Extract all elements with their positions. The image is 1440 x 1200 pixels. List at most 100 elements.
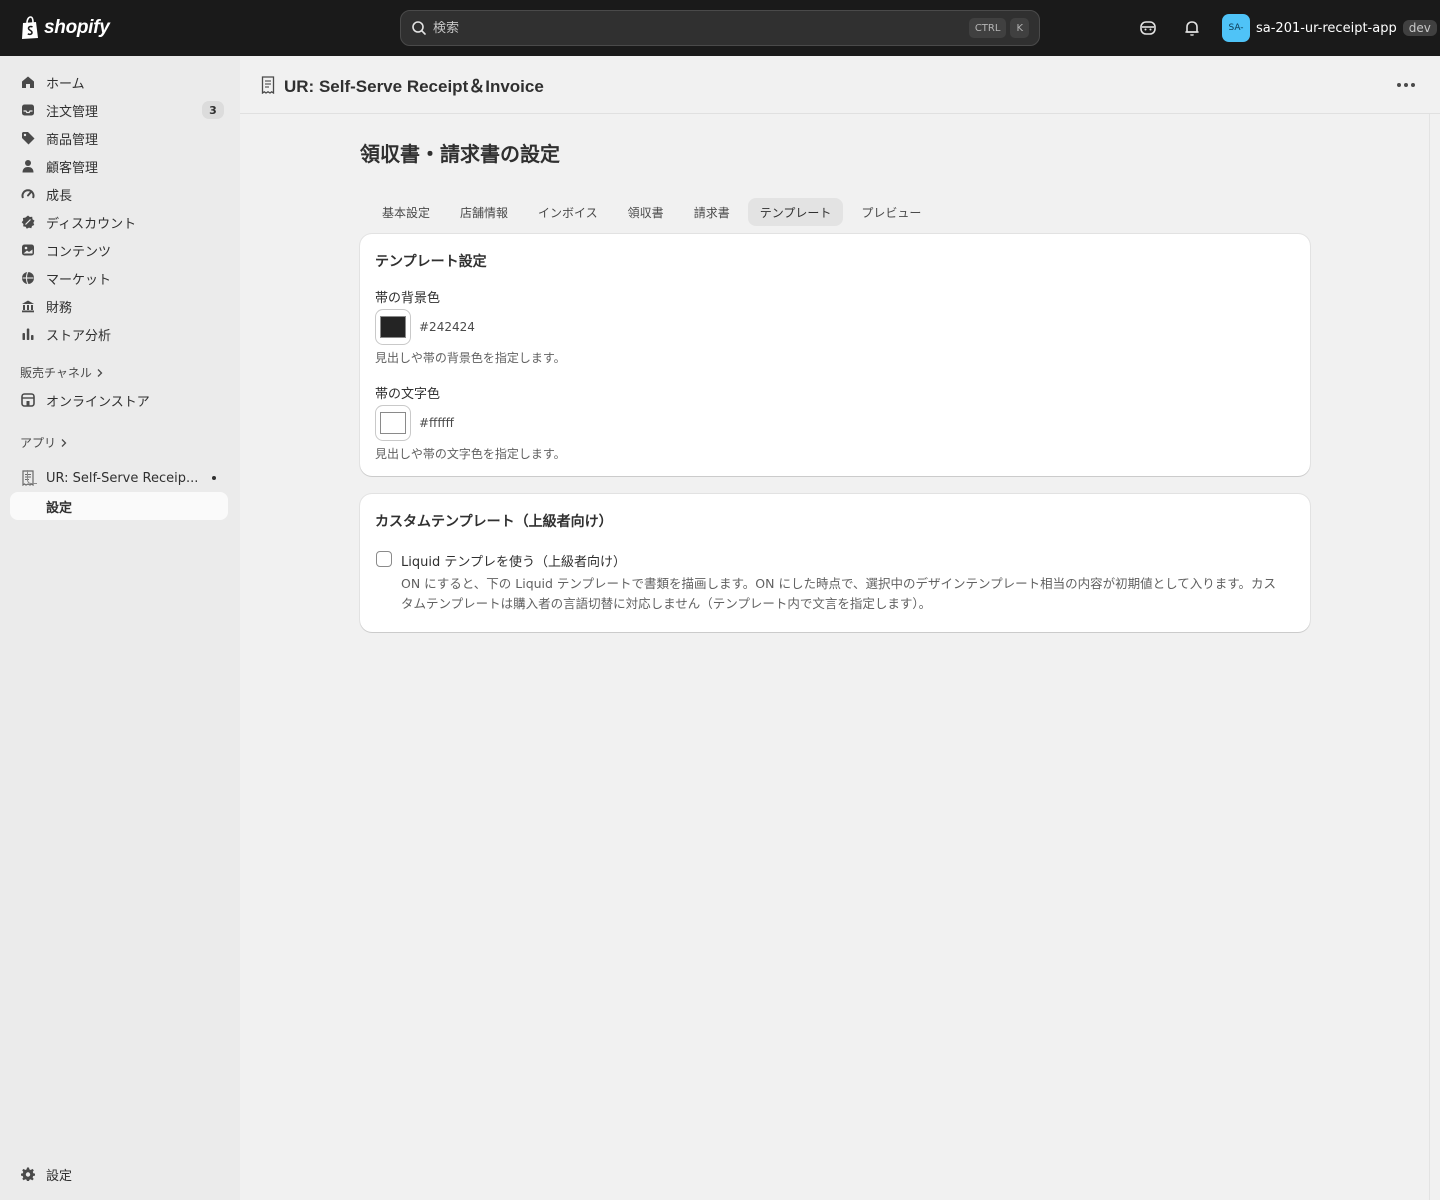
main-content: UR: Self-Serve Receipt＆Invoice 領収書・請求書の設… [240,56,1440,1200]
search-icon [412,21,426,35]
text-color-value: #ffffff [419,416,454,430]
sidebar-item-growth[interactable]: 成長 [10,180,228,208]
discount-icon [20,214,36,230]
app-title-bar: UR: Self-Serve Receipt＆Invoice [240,56,1440,114]
text-color-help: 見出しや帯の文字色を指定します。 [375,447,566,461]
sidebar-item-label: 注文管理 [46,104,99,120]
tab-preview[interactable]: プレビュー [849,198,933,226]
apps-header[interactable]: アプリ [20,434,68,451]
app-title: UR: Self-Serve Receipt＆Invoice [284,77,544,96]
sidebar-item-label: 成長 [46,188,73,204]
search-bar[interactable]: CTRL K [400,10,1040,46]
sidebar-item-markets[interactable]: マーケット [10,264,228,292]
shopify-logo[interactable]: shopify [20,16,110,40]
sidebar-item-label: オンラインストア [46,394,150,410]
liquid-template-checkbox[interactable] [376,551,392,567]
sidekick-icon [1140,21,1156,35]
dev-badge: dev [1402,20,1437,36]
settings-tabs: 基本設定 店舗情報 インボイス 領収書 請求書 テンプレート プレビュー [370,198,933,226]
sidebar-item-receipt-app[interactable]: UR: Self-Serve Receip... [10,464,228,492]
sidebar-item-label: 顧客管理 [46,160,99,176]
logo-text: shopify [44,17,110,38]
top-bar: shopify CTRL K SA- sa-201-ur-receipt-app… [0,0,1440,56]
inbox-icon [20,102,36,118]
bank-icon [20,298,36,314]
sidebar-item-label: ディスカウント [46,216,137,232]
sidebar: ホーム 注文管理 3 商品管理 顧客管理 成長 ディスカウント コンテンツ マー… [0,56,240,1200]
tab-store-info[interactable]: 店舗情報 [448,198,520,226]
more-dots-icon [1404,83,1408,87]
bell-icon [1185,21,1199,36]
gear-icon [20,1166,36,1182]
more-dots-icon [1397,83,1401,87]
app-status-dot [212,476,216,480]
search-input[interactable] [433,20,965,36]
bg-color-swatch [380,316,406,338]
bg-color-help: 見出しや帯の背景色を指定します。 [375,351,566,365]
chevron-right-icon [97,368,103,377]
bg-color-value: #242424 [419,320,475,334]
shortcut-key-ctrl: CTRL [968,18,1007,38]
sidebar-item-settings[interactable]: 設定 [10,1160,228,1188]
sidebar-item-label: マーケット [46,272,112,288]
sidebar-item-discounts[interactable]: ディスカウント [10,208,228,236]
page-title: 領収書・請求書の設定 [360,142,560,166]
apps-label: アプリ [20,436,57,450]
sidekick-button[interactable] [1136,16,1160,40]
tab-receipt[interactable]: 領収書 [616,198,676,226]
sales-channels-label: 販売チャネル [20,366,92,380]
text-color-label: 帯の文字色 [375,387,441,402]
account-menu[interactable]: SA- sa-201-ur-receipt-app dev [1222,14,1437,42]
sidebar-item-label: 設定 [46,1168,73,1184]
person-icon [20,158,36,174]
image-icon [20,242,36,258]
sidebar-item-analytics[interactable]: ストア分析 [10,320,228,348]
sidebar-item-customers[interactable]: 顧客管理 [10,152,228,180]
sidebar-item-label: 設定 [46,500,73,516]
more-actions-button[interactable] [1394,75,1418,95]
card-title: テンプレート設定 [375,254,487,270]
bg-color-picker[interactable] [375,309,411,345]
more-dots-icon [1411,83,1415,87]
bg-color-label: 帯の背景色 [375,291,441,306]
sidebar-item-products[interactable]: 商品管理 [10,124,228,152]
shortcut-key-k: K [1010,18,1029,38]
template-settings-card: テンプレート設定 帯の背景色 #242424 見出しや帯の背景色を指定します。 … [360,234,1310,476]
orders-count-badge: 3 [202,101,224,119]
tab-invoice[interactable]: 請求書 [682,198,742,226]
text-color-picker[interactable] [375,405,411,441]
tree-connector [27,470,37,484]
sidebar-item-home[interactable]: ホーム [10,68,228,96]
home-icon [20,74,36,90]
chevron-right-icon [61,438,67,447]
globe-icon [20,270,36,286]
store-icon [20,392,36,408]
tag-icon [20,130,36,146]
notifications-button[interactable] [1180,16,1204,40]
sidebar-item-label: ホーム [46,76,85,92]
sales-channels-header[interactable]: 販売チャネル [20,364,104,381]
sidebar-item-label: ストア分析 [46,328,112,344]
sidebar-item-orders[interactable]: 注文管理 3 [10,96,228,124]
store-name: sa-201-ur-receipt-app [1256,20,1397,36]
shopify-bag-icon [22,16,38,39]
tab-template[interactable]: テンプレート [747,198,844,226]
sidebar-item-finance[interactable]: 財務 [10,292,228,320]
liquid-template-label[interactable]: Liquid テンプレを使う（上級者向け） [401,551,626,570]
scroll-edge [1429,114,1430,1200]
sidebar-item-label: UR: Self-Serve Receip... [46,470,199,486]
sidebar-item-label: 財務 [46,300,73,316]
avatar: SA- [1222,14,1250,42]
liquid-template-help: ON にすると、下の Liquid テンプレートで書類を描画します。ON にした… [401,576,1276,611]
sidebar-item-online-store[interactable]: オンラインストア [10,386,228,414]
tab-invoice-system[interactable]: インボイス [526,198,610,226]
tab-basic[interactable]: 基本設定 [370,198,442,226]
sidebar-item-app-settings[interactable]: 設定 [10,492,228,520]
card-title: カスタムテンプレート（上級者向け） [375,514,613,530]
chart-icon [20,326,36,342]
custom-template-card: カスタムテンプレート（上級者向け） Liquid テンプレを使う（上級者向け） … [360,494,1310,632]
text-color-swatch [380,412,406,434]
sidebar-item-content[interactable]: コンテンツ [10,236,228,264]
receipt-icon [261,75,275,94]
gauge-icon [20,186,36,202]
